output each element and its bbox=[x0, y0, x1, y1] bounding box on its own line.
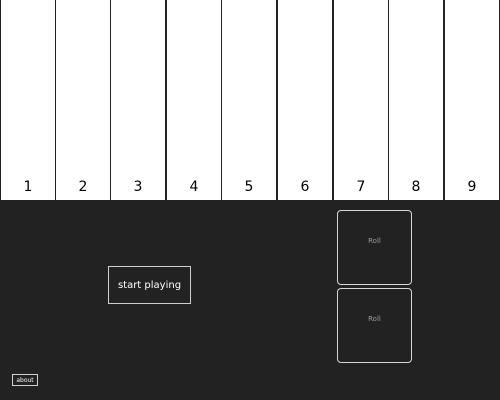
die-label: Roll bbox=[368, 315, 381, 323]
tile-number: 9 bbox=[467, 179, 477, 195]
roll-die-2[interactable]: Roll bbox=[337, 288, 412, 363]
tile-3[interactable]: 3 bbox=[111, 0, 165, 200]
about-button[interactable]: about bbox=[12, 374, 38, 386]
tile-number: 5 bbox=[244, 179, 254, 195]
tile-8[interactable]: 8 bbox=[389, 0, 443, 200]
tile-4[interactable]: 4 bbox=[167, 0, 221, 200]
tile-number: 4 bbox=[189, 179, 199, 195]
tile-9[interactable]: 9 bbox=[445, 0, 499, 200]
tile-number: 6 bbox=[300, 179, 310, 195]
tile-5[interactable]: 5 bbox=[222, 0, 276, 200]
roll-die-1[interactable]: Roll bbox=[337, 210, 412, 285]
tile-number: 1 bbox=[23, 179, 33, 195]
tile-1[interactable]: 1 bbox=[1, 0, 55, 200]
number-tiles-row: 1 2 3 4 5 6 7 8 9 bbox=[0, 0, 500, 200]
die-label: Roll bbox=[368, 237, 381, 245]
game-board: 1 2 3 4 5 6 7 8 9 start playing Roll Rol… bbox=[0, 0, 500, 400]
tile-6[interactable]: 6 bbox=[278, 0, 332, 200]
tile-number: 7 bbox=[356, 179, 366, 195]
tile-number: 8 bbox=[411, 179, 421, 195]
tile-7[interactable]: 7 bbox=[334, 0, 388, 200]
tile-2[interactable]: 2 bbox=[56, 0, 110, 200]
tile-number: 3 bbox=[133, 179, 143, 195]
start-playing-button[interactable]: start playing bbox=[108, 266, 191, 304]
tile-number: 2 bbox=[78, 179, 88, 195]
